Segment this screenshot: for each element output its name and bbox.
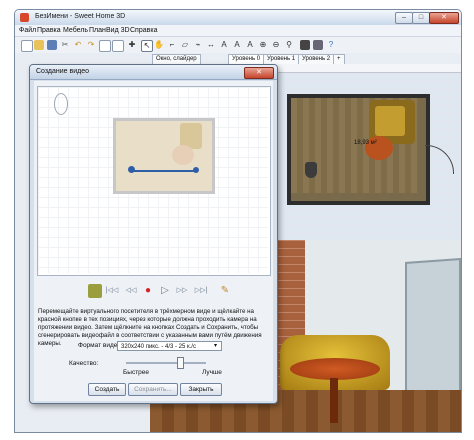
forward-button[interactable]: ▷▷ — [175, 284, 189, 298]
record-button[interactable]: ● — [141, 284, 155, 298]
zoom-icon[interactable]: ⚲ — [284, 40, 294, 50]
text-style-icon[interactable]: A — [232, 40, 242, 50]
text-size-icon[interactable]: A — [245, 40, 255, 50]
add-furniture-icon[interactable]: ✚ — [127, 40, 137, 50]
playback-controls: |◁◁ ◁◁ ● ▷ ▷▷ ▷▷| ✎ — [37, 282, 269, 302]
dialog-title: Создание видео — [36, 68, 90, 75]
camera-preview-icon[interactable] — [88, 284, 102, 298]
table-3d — [290, 358, 380, 380]
zoom-in-icon[interactable]: ⊕ — [258, 40, 268, 50]
menu-view3d[interactable]: Вид 3D — [106, 27, 130, 34]
menu-help[interactable]: Справка — [130, 27, 157, 34]
menu-file[interactable]: Файл — [19, 27, 36, 34]
preview-table — [172, 145, 194, 165]
menu-edit[interactable]: Правка — [37, 27, 61, 34]
video-camera-icon[interactable] — [313, 40, 323, 50]
quality-low-label: Быстрее — [123, 369, 150, 376]
plan-sofa-cushion — [375, 106, 405, 136]
copy-icon[interactable] — [99, 40, 111, 52]
rewind-button[interactable]: ◁◁ — [124, 284, 138, 298]
forward-end-button[interactable]: ▷▷| — [194, 284, 208, 298]
create-video-dialog: Создание видео ✕ |◁◁ ◁◁ ● ▷ ▷▷ ▷▷| ✎ Пер… — [29, 64, 278, 404]
paste-icon[interactable] — [112, 40, 124, 52]
dialog-title-bar: Создание видео ✕ — [30, 65, 277, 80]
table-leg-3d — [330, 378, 338, 423]
new-file-icon[interactable] — [21, 40, 33, 52]
tab-add-level[interactable]: + — [333, 54, 345, 64]
toolbar: ✂ ↶ ↷ ✚ ↖ ✋ ⌐ ▱ ⌁ ↔ A A A ⊕ ⊖ ⚲ ? — [15, 37, 461, 54]
create-rooms-icon[interactable]: ▱ — [180, 40, 190, 50]
tab-level-1[interactable]: Уровень 1 — [263, 54, 300, 64]
create-walls-icon[interactable]: ⌐ — [167, 40, 177, 50]
room-area-label: 18,93 м² — [354, 140, 377, 146]
open-folder-icon[interactable] — [34, 40, 44, 50]
quality-label: Качество: — [69, 360, 99, 367]
quality-high-label: Лучше — [202, 369, 222, 376]
window-title: БезИмени - Sweet Home 3D — [35, 13, 126, 20]
menu-furniture[interactable]: Мебель — [63, 27, 88, 34]
play-button[interactable]: ▷ — [158, 284, 172, 298]
redo-icon[interactable]: ↷ — [86, 40, 96, 50]
quality-slider[interactable] — [126, 362, 206, 364]
maximize-button[interactable]: □ — [412, 12, 430, 24]
visitor-icon[interactable] — [305, 162, 317, 178]
save-icon[interactable] — [47, 40, 57, 50]
video-format-select[interactable]: 320x240 пикс. - 4/3 - 25 к./с — [117, 341, 222, 351]
select-arrow-icon[interactable]: ↖ — [141, 40, 153, 52]
create-dimensions-icon[interactable]: ↔ — [206, 40, 216, 50]
close-button[interactable]: ✕ — [429, 12, 459, 24]
cut-icon[interactable]: ✂ — [60, 40, 70, 50]
create-polylines-icon[interactable]: ⌁ — [193, 40, 203, 50]
title-bar: БезИмени - Sweet Home 3D – □ ✕ — [15, 10, 461, 26]
undo-icon[interactable]: ↶ — [73, 40, 83, 50]
camera-path-end — [193, 167, 199, 173]
photo-camera-icon[interactable] — [300, 40, 310, 50]
save-button[interactable]: Сохранить... — [128, 383, 178, 396]
quality-slider-thumb[interactable] — [177, 357, 184, 369]
tab-level-2[interactable]: Уровень 2 — [298, 54, 335, 64]
menu-plan[interactable]: План — [89, 27, 106, 34]
clear-path-broom-icon[interactable]: ✎ — [218, 284, 232, 298]
close-dialog-button[interactable]: Закрыть — [180, 383, 222, 396]
minimize-button[interactable]: – — [395, 12, 413, 24]
tab-window-slider[interactable]: Окно, слайдер — [152, 54, 201, 64]
menu-bar: Файл Правка Мебель План Вид 3D Справка — [15, 25, 461, 37]
create-button[interactable]: Создать — [88, 383, 126, 396]
camera-path-start — [128, 166, 135, 173]
help-icon[interactable]: ? — [326, 40, 336, 50]
app-icon — [20, 13, 29, 22]
rewind-start-button[interactable]: |◁◁ — [105, 284, 119, 298]
zoom-out-icon[interactable]: ⊖ — [271, 40, 281, 50]
camera-path-line — [132, 170, 196, 172]
add-text-icon[interactable]: A — [219, 40, 229, 50]
tab-level-0[interactable]: Уровень 0 — [228, 54, 265, 64]
pan-hand-icon[interactable]: ✋ — [154, 40, 164, 50]
chevron-down-icon: ▾ — [214, 343, 218, 349]
compass-icon — [54, 93, 68, 115]
dialog-close-button[interactable]: ✕ — [244, 67, 274, 79]
